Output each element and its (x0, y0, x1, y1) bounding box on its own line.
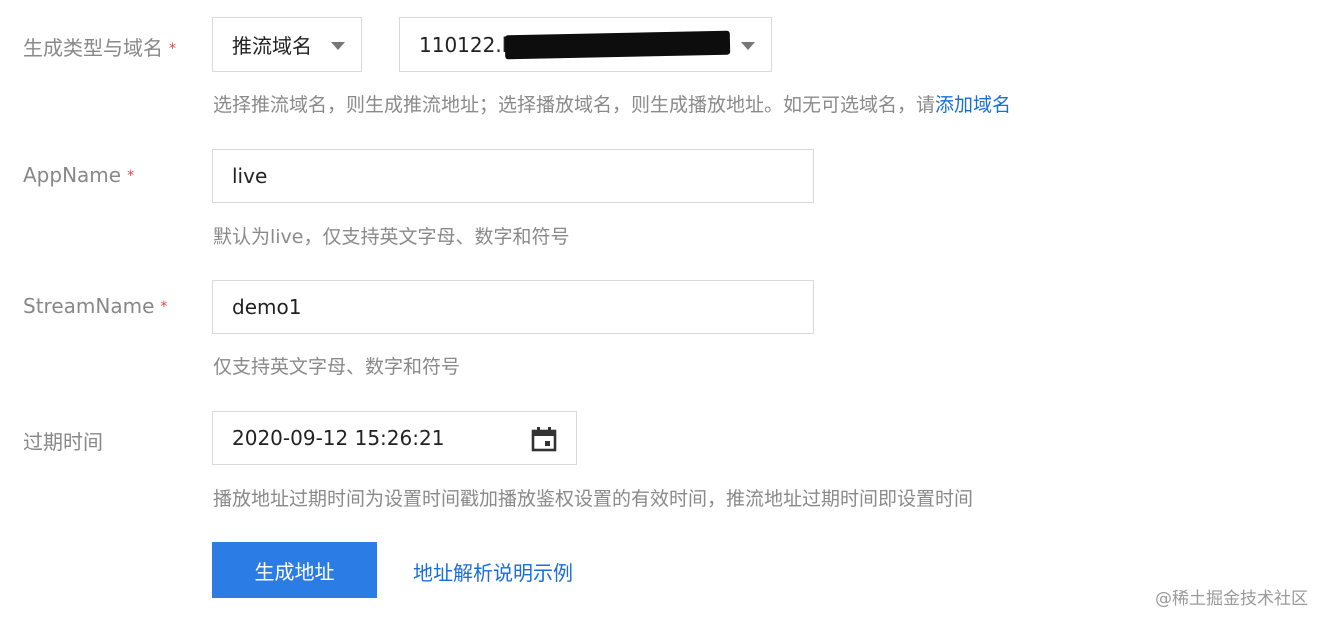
streamname-label: StreamName * (23, 294, 167, 318)
type-domain-label: 生成类型与域名 * (23, 32, 176, 61)
appname-label-text: AppName (23, 163, 122, 187)
appname-input[interactable]: live (212, 149, 814, 203)
appname-input-value: live (232, 164, 268, 188)
expire-time-value: 2020-09-12 15:26:21 (232, 426, 445, 450)
required-mark: * (127, 168, 135, 184)
redaction-mark (504, 30, 731, 60)
streamname-input-value: demo1 (232, 295, 302, 319)
chevron-down-icon (741, 42, 755, 50)
streamname-label-text: StreamName (23, 294, 155, 318)
required-mark: * (160, 299, 168, 315)
expire-time-label: 过期时间 (23, 426, 103, 455)
generate-address-button[interactable]: 生成地址 (212, 542, 377, 598)
type-select-value: 推流域名 (232, 34, 312, 58)
chevron-down-icon (331, 42, 345, 50)
required-mark: * (169, 41, 176, 57)
domain-select-value: 110122.li (419, 32, 513, 57)
type-domain-label-text: 生成类型与域名 (23, 36, 163, 60)
expire-time-hint: 播放地址过期时间为设置时间戳加播放鉴权设置的有效时间，推流地址过期时间即设置时间 (213, 488, 974, 510)
streamname-input[interactable]: demo1 (212, 280, 814, 334)
generate-address-button-label: 生成地址 (254, 559, 335, 584)
add-domain-link[interactable]: 添加域名 (935, 94, 1011, 116)
expire-time-label-text: 过期时间 (23, 430, 103, 454)
calendar-icon[interactable] (531, 426, 557, 452)
appname-label: AppName * (23, 163, 134, 187)
type-select[interactable]: 推流域名 (212, 17, 362, 72)
address-example-link[interactable]: 地址解析说明示例 (413, 557, 573, 586)
streamname-hint: 仅支持英文字母、数字和符号 (213, 356, 461, 378)
appname-hint: 默认为live，仅支持英文字母、数字和符号 (213, 226, 570, 248)
type-domain-hint: 选择推流域名，则生成推流地址；选择播放域名，则生成播放地址。如无可选域名，请添加… (213, 90, 1011, 117)
watermark: @稀土掘金技术社区 (1155, 589, 1308, 609)
type-domain-hint-text: 选择推流域名，则生成推流地址；选择播放域名，则生成播放地址。如无可选域名，请 (213, 94, 936, 116)
expire-time-picker[interactable]: 2020-09-12 15:26:21 (212, 411, 577, 465)
